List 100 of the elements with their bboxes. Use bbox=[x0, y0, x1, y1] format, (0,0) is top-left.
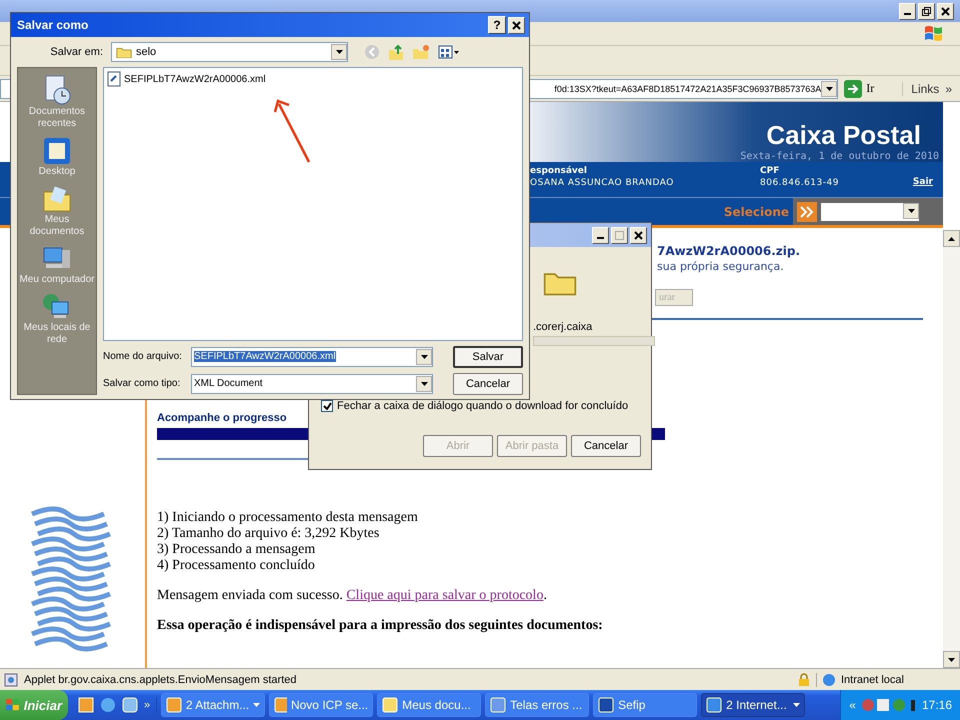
close-icon[interactable] bbox=[634, 230, 643, 240]
globe-icon bbox=[821, 672, 837, 686]
caret-icon bbox=[908, 208, 914, 212]
restore-button[interactable] bbox=[918, 2, 935, 20]
look-in-label: Salvar em: bbox=[49, 46, 103, 58]
app-icon bbox=[274, 697, 287, 713]
app-icon bbox=[382, 697, 398, 713]
dropdown-button[interactable] bbox=[821, 80, 838, 96]
caret-icon bbox=[253, 703, 260, 707]
view-menu-icon[interactable] bbox=[438, 44, 460, 60]
dropdown-button[interactable] bbox=[416, 348, 432, 364]
dialog-button[interactable]: Salvar bbox=[453, 346, 523, 368]
step-text: 2) Tamanho do arquivo é: 3,292 Kbytes bbox=[157, 526, 380, 542]
progress-title: Acompanhe o progresso bbox=[157, 412, 288, 424]
banner-title: Caixa Postal bbox=[766, 120, 922, 151]
step-text: 4) Processamento concluído bbox=[157, 558, 316, 574]
close-icon[interactable] bbox=[512, 20, 521, 30]
file-type-label: Salvar como tipo: bbox=[103, 378, 182, 389]
windows-flag-icon bbox=[924, 24, 944, 42]
globe-icon[interactable] bbox=[100, 697, 116, 713]
double-chevron-icon[interactable] bbox=[797, 202, 817, 222]
restore-icon bbox=[922, 6, 931, 16]
app-icon[interactable] bbox=[78, 697, 94, 713]
status-text: Applet br.gov.caixa.cns.applets.EnvioMensagem started bbox=[24, 674, 298, 686]
dropdown-button[interactable] bbox=[331, 44, 347, 60]
taskbar-button[interactable]: Novo ICP se... bbox=[269, 693, 374, 717]
minimize-button[interactable] bbox=[899, 2, 916, 20]
filename-label: Nome do arquivo: bbox=[103, 351, 183, 362]
place-item[interactable]: Desktop bbox=[38, 166, 76, 178]
dialog-title: Salvar como bbox=[17, 18, 90, 32]
scroll-down-button[interactable] bbox=[943, 651, 960, 668]
app-icon bbox=[166, 697, 182, 713]
step-text: 3) Processando a mensagem bbox=[157, 542, 316, 558]
step-text: 1) Iniciando o processamento desta mensagem bbox=[157, 510, 419, 526]
filename-field[interactable]: SEFIPLbT7AwzW2rA00006.xml bbox=[191, 346, 433, 366]
dropdown-button[interactable] bbox=[903, 202, 919, 218]
place-item[interactable]: Meu computador bbox=[19, 274, 95, 286]
close-button[interactable] bbox=[937, 2, 954, 20]
caret-icon bbox=[948, 658, 955, 662]
taskbar-button[interactable]: Meus docu... bbox=[377, 693, 482, 717]
tray-expand-chevron[interactable]: « bbox=[849, 698, 856, 712]
dialog-button[interactable]: Cancelar bbox=[453, 372, 523, 394]
caret-up-icon bbox=[948, 236, 955, 240]
checkbox-label: Fechar a caixa de diálogo quando o download for concluído bbox=[337, 400, 628, 412]
links-label[interactable]: Links bbox=[911, 82, 940, 96]
logout-link[interactable]: Sair bbox=[912, 177, 933, 187]
banner-date: Sexta-feira, 1 de outubro de 2010 bbox=[740, 151, 939, 162]
protocol-link[interactable]: Clique aqui para salvar o protocolo bbox=[346, 588, 544, 603]
place-item[interactable]: Documentos recentes bbox=[19, 106, 95, 130]
start-button[interactable]: Iniciar bbox=[0, 690, 68, 720]
folder-dropdown[interactable]: selo bbox=[111, 42, 348, 62]
app-icon[interactable] bbox=[122, 697, 138, 713]
notice-text: Essa operação é indispensável para a impressão dos seguintes documentos: bbox=[157, 618, 604, 634]
go-button[interactable]: Ir bbox=[844, 80, 896, 98]
minimize-button[interactable] bbox=[592, 226, 609, 244]
cpf-value: 806.846.613-49 bbox=[760, 178, 839, 188]
nav-label: Selecione bbox=[724, 204, 789, 218]
applet-icon bbox=[4, 672, 18, 686]
place-item[interactable]: Meus locais de rede bbox=[19, 322, 95, 346]
close-button[interactable] bbox=[508, 16, 525, 34]
file-name[interactable]: SEFIPLbT7AwzW2rA00006.xml bbox=[124, 74, 266, 84]
taskbar-button[interactable]: Telas erros ... bbox=[485, 693, 590, 717]
host-text: .corerj.caixa bbox=[533, 321, 594, 334]
caret-icon bbox=[336, 50, 342, 54]
folder-icon bbox=[42, 184, 72, 214]
arrow-annotation bbox=[274, 98, 312, 164]
close-icon[interactable] bbox=[941, 6, 950, 16]
maximize-button[interactable] bbox=[611, 226, 628, 244]
success-message: Mensagem enviada com sucesso. Clique aqui para salvar o protocolo. bbox=[157, 588, 548, 604]
lock-icon bbox=[798, 672, 810, 686]
taskbar-button[interactable]: Sefip bbox=[593, 693, 698, 717]
tray-icons-drawing[interactable] bbox=[860, 697, 917, 713]
dialog-button[interactable]: Cancelar bbox=[571, 435, 641, 457]
select-field[interactable] bbox=[821, 202, 919, 220]
more-chevron[interactable]: » bbox=[144, 699, 150, 711]
desktop-icon bbox=[42, 136, 72, 166]
dropdown-button[interactable] bbox=[416, 376, 432, 392]
more-chevron[interactable]: » bbox=[945, 82, 952, 96]
caret-icon bbox=[420, 382, 428, 386]
clock: 17:16 bbox=[922, 698, 952, 712]
file-icon bbox=[107, 71, 121, 87]
up-folder-icon[interactable] bbox=[388, 44, 404, 60]
caret-icon bbox=[793, 703, 800, 707]
arrow-right-icon bbox=[844, 80, 862, 98]
taskbar-button[interactable]: 2 Internet... bbox=[701, 693, 806, 717]
caret-icon bbox=[826, 86, 833, 90]
link-suffix: . bbox=[543, 588, 547, 603]
scrollbar[interactable] bbox=[943, 230, 960, 668]
zone-text: Intranet local bbox=[841, 674, 904, 686]
caret-icon bbox=[420, 354, 428, 358]
taskbar-button[interactable]: 2 Attachm... bbox=[161, 693, 266, 717]
help-button[interactable]: ? bbox=[488, 16, 506, 34]
scroll-up-button[interactable] bbox=[943, 230, 960, 247]
place-item[interactable]: Meus documentos bbox=[19, 214, 95, 238]
maximize-icon bbox=[615, 230, 624, 240]
download-filename: 7AwzW2rA00006.zip. bbox=[657, 244, 802, 258]
app-icon bbox=[598, 697, 614, 713]
close-button[interactable] bbox=[630, 226, 647, 244]
checkbox[interactable] bbox=[321, 400, 333, 412]
file-type-dropdown[interactable]: XML Document bbox=[191, 374, 433, 394]
